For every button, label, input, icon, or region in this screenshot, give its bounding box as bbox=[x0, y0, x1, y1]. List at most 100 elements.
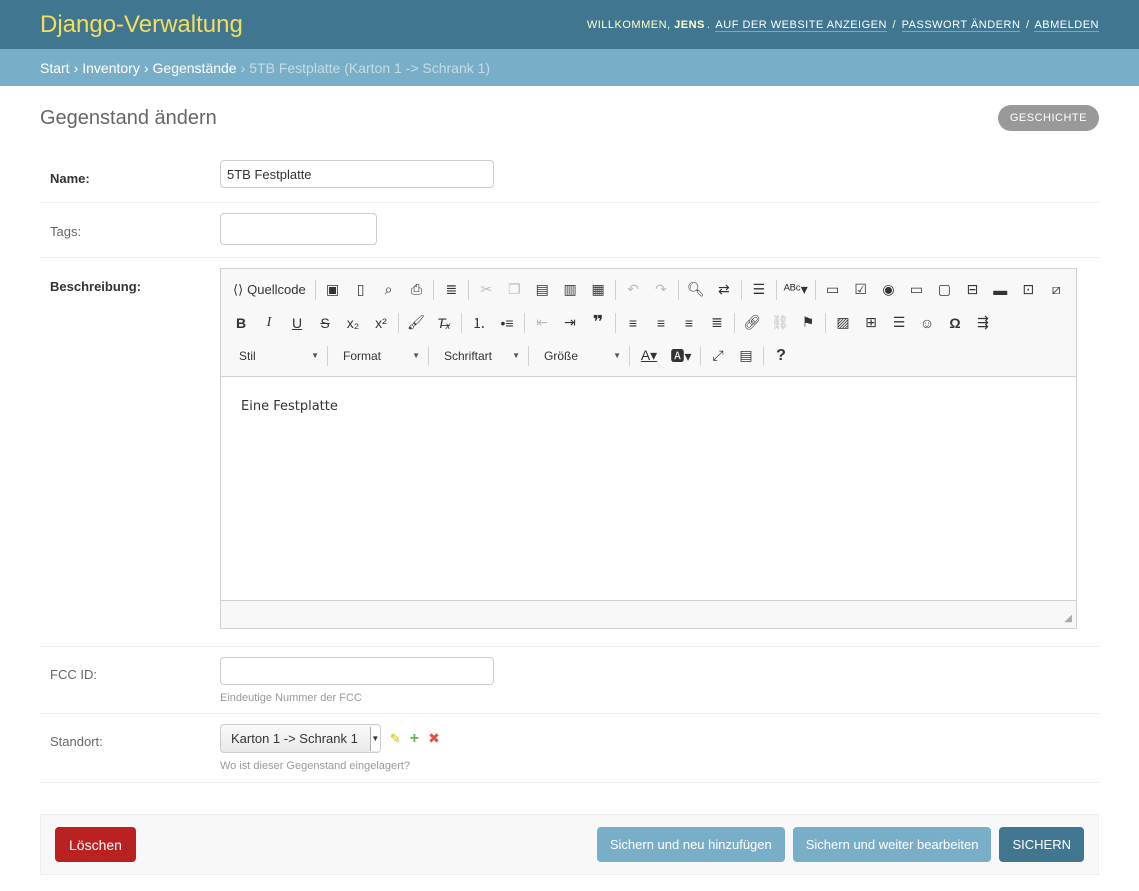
fcc-help: Eindeutige Nummer der FCC bbox=[220, 692, 362, 704]
editor-toolbar: ⟨⟩ Quellcode ▣ ▯ ⌕ ⎙ ≣ ✂ ❐ ▤ ▥ ▦ ↶ ↷ 🔍︎ … bbox=[221, 269, 1076, 377]
redo-icon[interactable]: ↷ bbox=[647, 277, 675, 303]
change-password-link[interactable]: Passwort ändern bbox=[901, 18, 1021, 32]
format-combo-label: Format bbox=[343, 348, 382, 363]
new-page-icon[interactable]: ▯ bbox=[347, 277, 375, 303]
breadcrumb-model[interactable]: Gegenstände bbox=[153, 60, 237, 76]
textarea-icon[interactable]: ▢ bbox=[930, 277, 958, 303]
save-continue-button[interactable]: Sichern und weiter bearbeiten bbox=[792, 827, 992, 862]
rich-text-editor: ⟨⟩ Quellcode ▣ ▯ ⌕ ⎙ ≣ ✂ ❐ ▤ ▥ ▦ ↶ ↷ 🔍︎ … bbox=[220, 268, 1077, 629]
paste-word-icon[interactable]: ▦ bbox=[584, 277, 612, 303]
bulleted-list-icon[interactable]: •≡ bbox=[493, 310, 521, 336]
hidden-field-icon[interactable]: ⧄ bbox=[1042, 277, 1070, 303]
italic-icon[interactable]: I bbox=[255, 310, 283, 336]
resize-handle-icon[interactable]: ◢ bbox=[1064, 613, 1072, 624]
button-field-icon[interactable]: ▬ bbox=[986, 277, 1014, 303]
maximize-icon[interactable]: ⤢ bbox=[704, 343, 732, 369]
description-label: Beschreibung: bbox=[50, 279, 142, 294]
fcc-label: FCC ID: bbox=[50, 667, 97, 682]
form-row-name: Name: bbox=[40, 149, 1099, 203]
link-icon[interactable]: 🔗︎ bbox=[738, 310, 766, 336]
find-icon[interactable]: 🔍︎ bbox=[682, 277, 710, 303]
save-add-another-button[interactable]: Sichern und neu hinzufügen bbox=[596, 827, 785, 862]
numbered-list-icon[interactable]: ⒈ bbox=[465, 310, 493, 336]
align-center-icon[interactable]: ≡ bbox=[647, 310, 675, 336]
form-icon[interactable]: ▭ bbox=[819, 277, 847, 303]
delete-x-icon[interactable]: ✖ bbox=[428, 730, 440, 747]
tags-label: Tags: bbox=[50, 224, 82, 239]
delete-button[interactable]: Löschen bbox=[55, 827, 136, 862]
align-right-icon[interactable]: ≡ bbox=[675, 310, 703, 336]
name-input[interactable] bbox=[220, 160, 494, 188]
radio-icon[interactable]: ◉ bbox=[875, 277, 903, 303]
checkbox-icon[interactable]: ☑ bbox=[847, 277, 875, 303]
location-select[interactable]: Karton 1 -> Schrank 1 ▼ bbox=[220, 724, 381, 753]
breadcrumb-app[interactable]: Inventory bbox=[82, 60, 140, 76]
print-icon[interactable]: ⎙ bbox=[403, 277, 431, 303]
bg-color-icon[interactable]: 🅰︎▾ bbox=[665, 343, 697, 369]
image-icon[interactable]: ▨ bbox=[829, 310, 857, 336]
copy-format-icon[interactable]: 🖌︎ bbox=[402, 310, 430, 336]
spellcheck-icon[interactable]: ᴬᴮᶜ▾ bbox=[780, 277, 812, 303]
special-char-icon[interactable]: Ω bbox=[941, 310, 969, 336]
outdent-icon[interactable]: ⇤ bbox=[528, 310, 556, 336]
indent-icon[interactable]: ⇥ bbox=[556, 310, 584, 336]
preview-icon[interactable]: ⌕ bbox=[375, 277, 403, 303]
breadcrumb-home[interactable]: Start bbox=[40, 60, 70, 76]
add-plus-icon[interactable]: + bbox=[410, 730, 419, 748]
form-row-fcc: FCC ID: Eindeutige Nummer der FCC bbox=[40, 647, 1099, 714]
horizontal-rule-icon[interactable]: ☰ bbox=[885, 310, 913, 336]
editor-content[interactable]: Eine Festplatte bbox=[221, 377, 1076, 600]
subscript-icon[interactable]: x₂ bbox=[339, 310, 367, 336]
text-color-icon[interactable]: A▾ bbox=[633, 343, 665, 369]
show-blocks-icon[interactable]: ▤ bbox=[732, 343, 760, 369]
history-button[interactable]: Geschichte bbox=[997, 104, 1099, 131]
cut-icon[interactable]: ✂ bbox=[472, 277, 500, 303]
format-combo[interactable]: Format ▼ bbox=[331, 344, 425, 368]
breadcrumb-current: 5TB Festplatte (Karton 1 -> Schrank 1) bbox=[249, 59, 491, 76]
justify-icon[interactable]: ≣ bbox=[703, 310, 731, 336]
remove-format-icon[interactable]: T̶ₓ bbox=[430, 310, 458, 336]
logout-link[interactable]: Abmelden bbox=[1034, 18, 1099, 32]
source-button[interactable]: ⟨⟩ Quellcode bbox=[227, 277, 312, 303]
select-field-icon[interactable]: ⊟ bbox=[958, 277, 986, 303]
align-left-icon[interactable]: ≡ bbox=[619, 310, 647, 336]
form-row-description: Beschreibung: ⟨⟩ Quellcode ▣ ▯ ⌕ ⎙ ≣ ✂ ❐… bbox=[40, 258, 1099, 647]
select-all-icon[interactable]: ☰ bbox=[745, 277, 773, 303]
edit-pencil-icon[interactable]: ✎ bbox=[390, 731, 401, 747]
templates-icon[interactable]: ≣ bbox=[437, 277, 465, 303]
save-button[interactable]: Sichern bbox=[999, 827, 1084, 862]
tags-input[interactable] bbox=[220, 213, 377, 245]
unlink-icon[interactable]: ⛓ bbox=[766, 310, 794, 336]
fcc-input[interactable] bbox=[220, 657, 494, 685]
paste-icon[interactable]: ▤ bbox=[528, 277, 556, 303]
chevron-down-icon: ▼ bbox=[512, 351, 520, 360]
style-combo[interactable]: Stil ▼ bbox=[227, 344, 324, 368]
chevron-down-icon: ▼ bbox=[311, 351, 319, 360]
font-combo[interactable]: Schriftart ▼ bbox=[432, 344, 525, 368]
smiley-icon[interactable]: ☺ bbox=[913, 310, 941, 336]
page-break-icon[interactable]: ⇶ bbox=[969, 310, 997, 336]
source-label: Quellcode bbox=[247, 282, 306, 297]
paste-text-icon[interactable]: ▥ bbox=[556, 277, 584, 303]
location-label: Standort: bbox=[50, 734, 103, 749]
size-combo[interactable]: Größe ▼ bbox=[532, 344, 626, 368]
textfield-icon[interactable]: ▭ bbox=[903, 277, 931, 303]
strike-icon[interactable]: S bbox=[311, 310, 339, 336]
underline-icon[interactable]: U bbox=[283, 310, 311, 336]
image-button-icon[interactable]: ⊡ bbox=[1014, 277, 1042, 303]
replace-icon[interactable]: ⇄ bbox=[710, 277, 738, 303]
content: Gegenstand ändern Geschichte Name: Tags:… bbox=[0, 86, 1139, 875]
help-icon[interactable]: ? bbox=[767, 343, 795, 369]
copy-icon[interactable]: ❐ bbox=[500, 277, 528, 303]
undo-icon[interactable]: ↶ bbox=[619, 277, 647, 303]
blockquote-icon[interactable]: ❞ bbox=[584, 310, 612, 336]
bold-icon[interactable]: B bbox=[227, 310, 255, 336]
site-brand[interactable]: Django-Verwaltung bbox=[40, 11, 243, 39]
save-icon[interactable]: ▣ bbox=[319, 277, 347, 303]
anchor-icon[interactable]: ⚑ bbox=[794, 310, 822, 336]
view-site-link[interactable]: Auf der Website anzeigen bbox=[715, 18, 887, 32]
superscript-icon[interactable]: x² bbox=[367, 310, 395, 336]
chevron-down-icon: ▼ bbox=[369, 726, 380, 751]
size-combo-label: Größe bbox=[544, 348, 579, 363]
table-icon[interactable]: ⊞ bbox=[857, 310, 885, 336]
